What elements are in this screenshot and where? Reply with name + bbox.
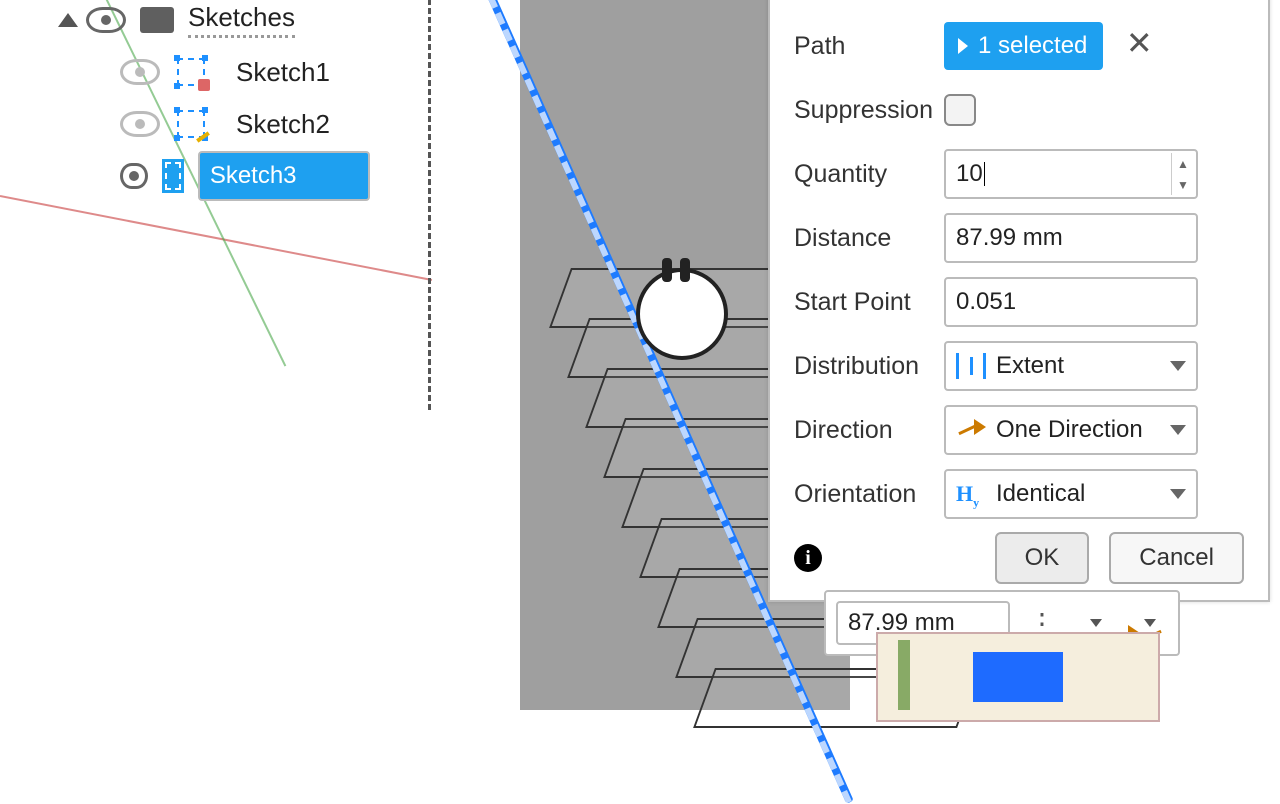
quantity-value: 10 xyxy=(956,160,983,188)
orientation-value: Identical xyxy=(996,480,1085,508)
folder-icon xyxy=(140,7,174,33)
row-suppression: Suppression xyxy=(794,78,1244,142)
direction-value: One Direction xyxy=(996,416,1143,444)
distance-input[interactable]: 87.99 mm xyxy=(944,213,1198,263)
spin-up-icon: ▲ xyxy=(1172,153,1194,174)
quantity-input[interactable]: 10 ▲▼ xyxy=(944,149,1198,199)
axis-x xyxy=(0,195,432,281)
dialog-buttons: i OK Cancel xyxy=(794,532,1244,584)
distribution-value: Extent xyxy=(996,352,1064,380)
row-quantity: Quantity 10 ▲▼ xyxy=(794,142,1244,206)
visibility-icon[interactable] xyxy=(86,7,126,33)
row-path: Path 1 selected ✕ xyxy=(794,14,1244,78)
ok-button[interactable]: OK xyxy=(995,532,1090,584)
chevron-down-icon xyxy=(1170,425,1186,435)
label-suppression: Suppression xyxy=(794,96,944,125)
pattern-dialog: Path 1 selected ✕ Suppression Quantity 1… xyxy=(768,0,1270,602)
path-selection-chip[interactable]: 1 selected xyxy=(944,22,1103,70)
direction-select[interactable]: One Direction xyxy=(944,405,1198,455)
row-start-point: Start Point 0.051 xyxy=(794,270,1244,334)
row-distribution: Distribution Extent xyxy=(794,334,1244,398)
row-orientation: Orientation Hy Identical xyxy=(794,462,1244,526)
pan-cursor-icon xyxy=(636,268,728,360)
label-direction: Direction xyxy=(794,416,944,445)
extent-icon xyxy=(956,353,986,379)
chip-text: 1 selected xyxy=(978,32,1087,60)
chevron-down-icon xyxy=(1144,619,1156,627)
browser-tree[interactable]: Sketches Sketch1 Sketch2 Sketch3 xyxy=(50,0,370,202)
tree-item-label: Sketch3 xyxy=(198,151,370,201)
distance-value: 87.99 mm xyxy=(956,224,1063,252)
sketch-icon xyxy=(174,55,208,89)
quantity-spin[interactable]: ▲▼ xyxy=(1171,153,1194,195)
tree-item-label: Sketch2 xyxy=(222,105,344,144)
one-direction-icon xyxy=(956,417,986,443)
label-path: Path xyxy=(794,32,944,61)
start-point-value: 0.051 xyxy=(956,288,1016,316)
sketch-icon xyxy=(174,107,208,141)
cursor-icon xyxy=(958,38,968,54)
visibility-icon[interactable] xyxy=(120,59,160,85)
folder-label: Sketches xyxy=(188,2,295,38)
visibility-icon[interactable] xyxy=(120,163,148,189)
row-direction: Direction One Direction xyxy=(794,398,1244,462)
label-quantity: Quantity xyxy=(794,160,944,189)
suppression-checkbox[interactable] xyxy=(944,94,976,126)
tree-item-sketch1[interactable]: Sketch1 xyxy=(120,46,370,98)
chevron-down-icon xyxy=(1170,489,1186,499)
row-distance: Distance 87.99 mm xyxy=(794,206,1244,270)
info-icon[interactable]: i xyxy=(794,544,822,572)
cancel-button[interactable]: Cancel xyxy=(1109,532,1244,584)
tree-folder-sketches[interactable]: Sketches xyxy=(50,0,370,46)
preview-thumbnail xyxy=(876,632,1160,722)
construction-line xyxy=(428,0,431,410)
tree-item-label: Sketch1 xyxy=(222,53,344,92)
tree-item-sketch2[interactable]: Sketch2 xyxy=(120,98,370,150)
label-distance: Distance xyxy=(794,224,944,253)
label-distribution: Distribution xyxy=(794,352,944,381)
label-start-point: Start Point xyxy=(794,288,944,317)
spin-down-icon: ▼ xyxy=(1172,174,1194,195)
distribution-select[interactable]: Extent xyxy=(944,341,1198,391)
sketch-icon xyxy=(162,159,184,193)
tree-item-sketch3[interactable]: Sketch3 xyxy=(120,150,370,202)
chevron-down-icon xyxy=(1090,619,1102,627)
expand-icon[interactable] xyxy=(58,13,78,27)
chevron-down-icon xyxy=(1170,361,1186,371)
clear-path-button[interactable]: ✕ xyxy=(1126,25,1153,61)
visibility-icon[interactable] xyxy=(120,111,160,137)
label-orientation: Orientation xyxy=(794,480,944,509)
identical-icon: Hy xyxy=(956,481,986,507)
orientation-select[interactable]: Hy Identical xyxy=(944,469,1198,519)
start-point-input[interactable]: 0.051 xyxy=(944,277,1198,327)
